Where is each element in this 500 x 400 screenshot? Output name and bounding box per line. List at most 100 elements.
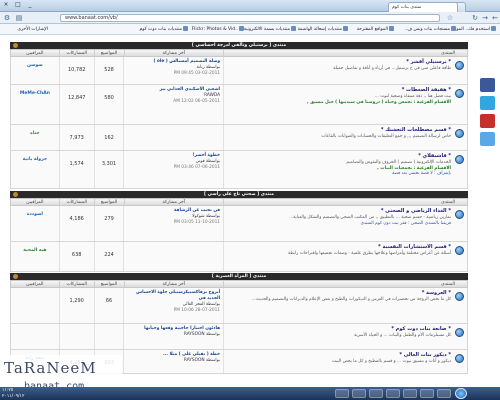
forum-title[interactable]: * قاشبقلاي * (226, 153, 451, 159)
forum-desc: ديكور و أثاث و تنسيق بيوت ... و قسم بالم… (331, 359, 451, 364)
start-button-icon[interactable] (455, 388, 467, 399)
thread-count: 3,301 (93, 151, 124, 188)
moderator[interactable]: اسوددة (27, 212, 43, 217)
bookmark-item[interactable]: ..Flickr: Photos & Vid (192, 26, 244, 33)
moderator[interactable]: جناه (30, 131, 39, 136)
category-header[interactable]: منتدى [ برستيلي وتألقي لدرجة احساسي ] (10, 42, 468, 49)
rss-icon[interactable] (480, 132, 495, 146)
forum-status-icon (455, 129, 464, 138)
tab-strip: منتدى بنات كوم Google × □ _ (0, 0, 500, 12)
col-forum: المنتدى (223, 281, 467, 287)
forum-title[interactable]: * قسم مصطلحات التعشنك * (226, 127, 451, 133)
forum-status-icon (455, 292, 464, 301)
toolbar: ⚙ ▤ ☆ www.banaat.com/vb/ ↻ → ← (0, 12, 500, 24)
taskbar-app[interactable] (335, 389, 349, 398)
maximize-window-icon[interactable]: □ (12, 0, 24, 10)
bookmark-icon (239, 26, 244, 31)
moderator[interactable]: جزولة يانية (23, 157, 47, 162)
forum-row: * قسم الاستشارات النفسية * أسئلة عن أعرا… (10, 242, 468, 272)
forum-title[interactable]: * ديكور بنات الغالي * (226, 352, 451, 358)
col-mods: المراقبين (26, 51, 44, 56)
moderator[interactable]: سوسن (27, 63, 43, 68)
collapse-icon[interactable] (13, 274, 18, 279)
col-posts: المشاركات (58, 281, 94, 287)
collapse-icon[interactable] (13, 192, 18, 197)
category-header[interactable]: منتدى [ صحتي تاج على رأسي ] (10, 191, 468, 198)
bookmark-item[interactable]: المواقع المقترحة (357, 26, 394, 33)
forum-moderators[interactable]: بإشراف : لا قصة نختفي بعد قصة (226, 171, 451, 177)
taskbar-app[interactable] (437, 389, 451, 398)
facebook-icon[interactable] (480, 78, 495, 92)
twitter-icon[interactable] (480, 96, 495, 110)
forum-row: * قاشبقلاي * الخدمات الإلكترونية ( تصميم… (10, 151, 468, 189)
moderator[interactable]: هبه المحبة (23, 248, 46, 253)
post-count: 12,847 (58, 85, 94, 124)
forum-title[interactable]: * صانعة بنات دوت كوم * (226, 326, 451, 332)
forum-title[interactable]: * العروسة * (226, 290, 451, 296)
forum-category: منتدى [ برستيلي وتألقي لدرجة احساسي ] ال… (10, 42, 468, 189)
subforums[interactable]: الأقسام الفرعية : تجمعن وحياة ( دروسنا ف… (226, 100, 451, 106)
col-threads: المواضيع (93, 281, 124, 287)
post-count: 10,782 (58, 57, 94, 84)
bookmarks-bar: استخدم فك.. الموقع مسنجات بنات وبس ف.. ا… (0, 24, 500, 35)
last-post-title[interactable]: أتزوج ترفاكسبيكرستيلي حلوة الاحساس الجدي… (127, 290, 220, 302)
forum-status-icon (455, 89, 464, 98)
minimize-window-icon[interactable]: _ (24, 0, 36, 10)
svg-text:TaRaNeeM: TaRaNeeM (4, 359, 97, 377)
thread-count: 580 (93, 85, 124, 124)
page-icon[interactable]: ▤ (14, 13, 24, 23)
thread-count: 162 (93, 125, 124, 150)
col-mods: المراقبين (26, 200, 44, 205)
taskbar-app[interactable] (352, 389, 366, 398)
post-count: 1,574 (58, 151, 94, 188)
last-post-author[interactable]: بواسطة RAYSOON (127, 332, 220, 338)
system-clock[interactable]: ١١:٢٥ ٢٠١١/٠٩/١٢ (2, 388, 24, 399)
bookmark-item[interactable]: استخدم فك.. الموقع (452, 26, 496, 33)
bookmark-icon (491, 26, 496, 31)
reload-icon[interactable]: ↻ (470, 13, 480, 23)
thread-count: 528 (93, 57, 124, 84)
taskbar-app[interactable] (386, 389, 400, 398)
col-posts: المشاركات (58, 50, 94, 56)
bookmark-icon (389, 26, 394, 31)
collapse-icon[interactable] (13, 43, 18, 48)
forum-title[interactable]: * هفيفة الصغطات * (226, 87, 451, 93)
thread-count: 66 (93, 288, 124, 323)
last-post-date: 07-06-2011 03:46 PM (173, 165, 221, 170)
last-post-author[interactable]: بواسطة RAYSOON (127, 358, 220, 364)
close-window-icon[interactable]: × (0, 0, 12, 10)
col-posts: المشاركات (58, 199, 94, 205)
taskbar-app[interactable] (369, 389, 383, 398)
forum-title[interactable]: * الغذاء الرياضي و الصحتي * (226, 208, 451, 214)
bookmark-item[interactable]: منتديات إشعالة الهاشمة (298, 26, 348, 33)
bookmark-item[interactable]: منتديات بسمة الالكترونية (244, 26, 296, 33)
taskbar-app[interactable] (403, 389, 417, 398)
bookmark-item[interactable]: منتديات بنات دوت كوم (139, 26, 188, 33)
column-header: المنتدى آخر مشاركة المواضيع المشاركات ال… (10, 280, 468, 288)
youtube-icon[interactable] (480, 114, 495, 128)
menu-wrench-icon[interactable]: ⚙ (2, 13, 12, 23)
star-icon[interactable]: ☆ (445, 13, 455, 23)
forum-moderators[interactable]: فريقنا بالمنتدى الصحي : فقر بنت دون كوم … (226, 221, 451, 227)
moderator[interactable]: MeMe-ChAn (20, 91, 50, 96)
bookmark-icon (343, 26, 348, 31)
bookmark-icon (291, 26, 296, 31)
thread-count: 224 (93, 242, 124, 271)
back-icon[interactable]: ← (490, 13, 500, 23)
forum-title[interactable]: * برستيلي أقشر * (226, 59, 451, 65)
forum-status-icon (455, 210, 464, 219)
bookmark-item[interactable]: مسنجات بنات وبس ف.. (405, 26, 456, 33)
other-bookmarks[interactable]: الإشارات الأخرى (17, 26, 48, 33)
address-bar[interactable]: www.banaat.com/vb/ (60, 14, 440, 22)
tab-banaat[interactable]: منتدى بنات كوم (388, 2, 458, 12)
forum-desc: كل مستلزمات الأم والطفل والبنات ... و ال… (354, 333, 451, 338)
forum-category: منتدى [ صحتي تاج على رأسي ] المنتدى آخر … (10, 191, 468, 272)
category-header[interactable]: منتدى [ المرأة العصرية ] (10, 273, 468, 280)
forum-row: * هفيفة الصغطات * بيت فصل هنا ,, ذقة منت… (10, 85, 468, 125)
post-count: 7,973 (58, 125, 94, 150)
last-post-date: 03-02-2011 09:45 PM (173, 71, 221, 76)
forward-icon[interactable]: → (480, 13, 490, 23)
col-forum: المنتدى (223, 50, 467, 56)
taskbar-app[interactable] (420, 389, 434, 398)
forum-title[interactable]: * قسم الاستشارات النفسية * (226, 244, 451, 250)
